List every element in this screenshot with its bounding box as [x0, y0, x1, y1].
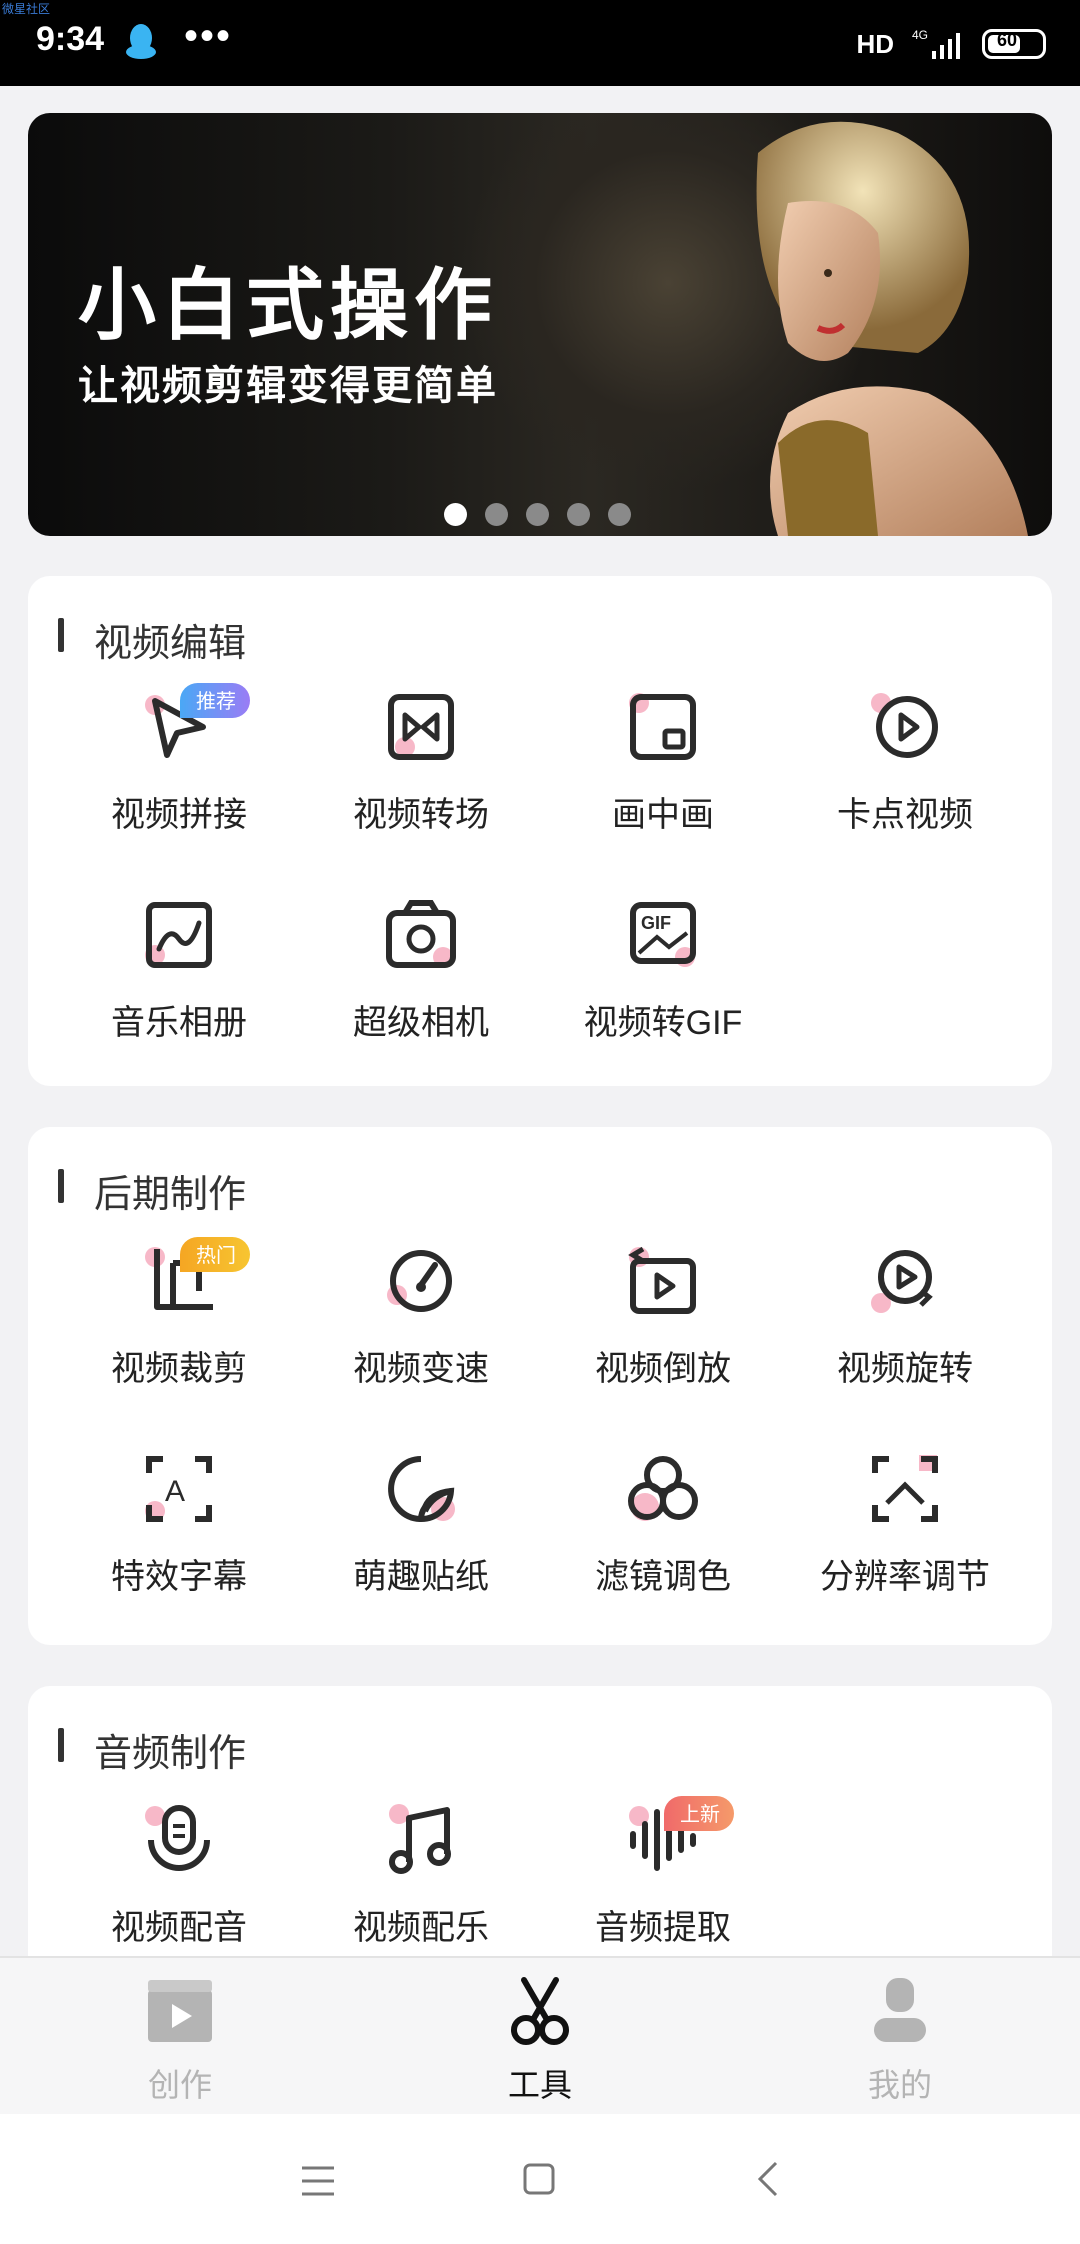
corner-tag: 微星社区: [2, 2, 51, 16]
tool-label: 视频变速: [353, 1350, 489, 1388]
banner-model-image: [756, 121, 1028, 536]
status-bar: 微星社区 9:34 ••• HD 4G 60: [0, 0, 1080, 86]
gif-icon: GIF: [630, 902, 696, 967]
microphone-icon: [145, 1805, 210, 1871]
hd-indicator: HD: [856, 28, 894, 59]
home-icon[interactable]: [522, 2162, 556, 2196]
subtitle-icon: A: [145, 1456, 212, 1522]
transition-icon: [388, 694, 454, 760]
banner-pagination[interactable]: [444, 503, 631, 526]
banner-dot[interactable]: [444, 503, 467, 526]
tool-label: 视频旋转: [837, 1350, 973, 1388]
tool-resolution[interactable]: 分辨率调节: [784, 1449, 1026, 1619]
speedometer-icon: [387, 1250, 452, 1312]
tool-label: 视频裁剪: [111, 1350, 247, 1388]
tool-play-circle[interactable]: 卡点视频: [784, 687, 1026, 857]
tool-filter[interactable]: 滤镜调色: [542, 1449, 784, 1619]
nav-create-label: 创作: [147, 2067, 212, 2103]
sticker-icon: [388, 1456, 455, 1522]
tool-label: 分辨率调节: [820, 1558, 990, 1596]
signal-icon: 4G: [912, 28, 960, 59]
reverse-play-icon: [628, 1246, 696, 1314]
tool-sticker[interactable]: 萌趣贴纸: [300, 1449, 542, 1619]
tool-subtitle[interactable]: A 特效字幕: [58, 1449, 300, 1619]
status-right: HD 4G 60: [856, 22, 1046, 66]
network-type: 4G: [912, 28, 928, 42]
camera-icon: [386, 900, 456, 968]
svg-text:GIF: GIF: [641, 913, 671, 933]
nav-tools[interactable]: 工具: [440, 1972, 640, 2106]
tool-label: 萌趣贴纸: [353, 1558, 489, 1596]
tool-music-note[interactable]: 视频配乐: [300, 1800, 542, 1970]
banner-subtitle: 让视频剪辑变得更简单: [78, 364, 498, 408]
tool-music-wave[interactable]: 音乐相册: [58, 895, 300, 1065]
banner-dot[interactable]: [567, 503, 590, 526]
tool-label: 视频拼接: [111, 796, 247, 834]
menu-icon[interactable]: [300, 2164, 336, 2198]
resolution-icon: [872, 1455, 938, 1522]
tool-label: 特效字幕: [111, 1558, 247, 1596]
tool-reverse-play[interactable]: 视频倒放: [542, 1241, 784, 1411]
tool-play-cursor[interactable]: 视频拼接 推荐: [58, 683, 300, 857]
nav-create[interactable]: 创作: [80, 1972, 280, 2106]
tool-badge: 推荐: [180, 683, 250, 718]
nav-mine[interactable]: 我的: [800, 1972, 1000, 2106]
music-note-icon: [389, 1804, 451, 1874]
tool-label: 视频转场: [353, 796, 489, 834]
tool-label: 视频配音: [111, 1909, 247, 1947]
tool-label: 卡点视频: [837, 796, 973, 834]
user-icon: [874, 1978, 926, 2042]
section-title: 音频制作: [58, 1722, 246, 1777]
banner-dot[interactable]: [526, 503, 549, 526]
more-notifications: •••: [184, 14, 233, 58]
tool-speedometer[interactable]: 视频变速: [300, 1241, 542, 1411]
promo-banner[interactable]: 小白式操作 让视频剪辑变得更简单: [28, 113, 1052, 536]
tool-audio-wave[interactable]: 音频提取 上新: [542, 1796, 784, 1970]
tool-label: 滤镜调色: [595, 1558, 731, 1596]
banner-title: 小白式操作: [78, 261, 499, 349]
tool-label: 视频转GIF: [583, 1004, 743, 1042]
tool-picture-in-picture[interactable]: 画中画: [542, 687, 784, 857]
tool-microphone[interactable]: 视频配音: [58, 1800, 300, 1970]
rotate-icon: [871, 1250, 933, 1313]
tool-label: 音乐相册: [111, 1004, 247, 1042]
banner-dot[interactable]: [485, 503, 508, 526]
tool-transition[interactable]: 视频转场: [300, 687, 542, 857]
nav-mine-label: 我的: [867, 2067, 932, 2103]
section-title: 视频编辑: [58, 612, 246, 667]
play-circle-icon: [871, 693, 938, 758]
tool-badge: 热门: [180, 1237, 250, 1272]
tool-label: 视频配乐: [353, 1909, 489, 1947]
status-time: 9:34: [36, 20, 105, 58]
tool-camera[interactable]: 超级相机: [300, 895, 542, 1065]
battery-icon: 60: [982, 29, 1046, 59]
filter-icon: [628, 1456, 698, 1521]
system-nav-bar: [0, 2114, 1080, 2244]
clapperboard-icon: [148, 1980, 212, 2042]
banner-dot[interactable]: [608, 503, 631, 526]
tool-label: 画中画: [612, 796, 714, 834]
tool-rotate[interactable]: 视频旋转: [784, 1241, 1026, 1411]
tool-label: 超级相机: [353, 1004, 489, 1042]
tool-label: 音频提取: [595, 1909, 731, 1947]
scissors-icon: [511, 1977, 569, 2045]
tool-label: 视频倒放: [595, 1350, 731, 1388]
tool-gif[interactable]: GIF 视频转GIF: [542, 895, 784, 1065]
music-wave-icon: [145, 902, 212, 968]
picture-in-picture-icon: [629, 693, 696, 760]
back-icon[interactable]: [754, 2160, 780, 2198]
tool-badge: 上新: [664, 1796, 734, 1831]
section-title: 后期制作: [58, 1163, 246, 1218]
bottom-nav: 创作 工具 我的: [0, 1956, 1080, 2116]
tool-crop[interactable]: 视频裁剪 热门: [58, 1237, 300, 1411]
qq-icon: [126, 24, 156, 59]
nav-tools-label: 工具: [507, 2067, 572, 2103]
svg-text:A: A: [165, 1475, 185, 1508]
battery-level: 60: [997, 30, 1018, 50]
